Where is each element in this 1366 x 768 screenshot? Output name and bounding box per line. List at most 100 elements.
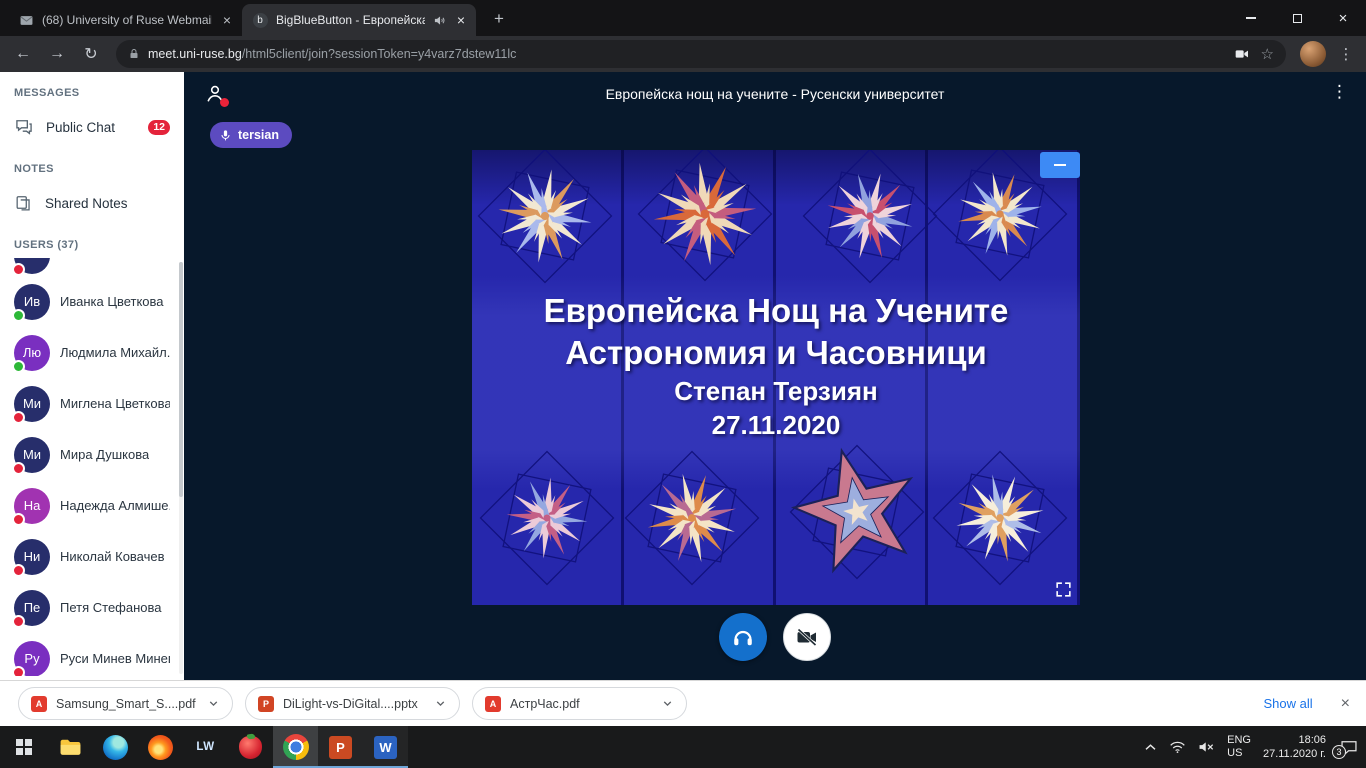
forward-button[interactable]: →: [42, 39, 72, 69]
user-row[interactable]: Ни Николай Ковачев: [0, 531, 184, 582]
bookmark-star-icon[interactable]: ☆: [1261, 45, 1274, 63]
user-avatar: Ив: [14, 284, 50, 320]
scrollbar-thumb[interactable]: [179, 262, 183, 497]
tab-title: (68) University of Ruse Webmail: [42, 13, 212, 27]
user-row[interactable]: Ми Миглена Цветкова: [0, 378, 184, 429]
user-avatar: Ми: [14, 437, 50, 473]
fullscreen-icon[interactable]: [1054, 580, 1074, 600]
user-row[interactable]: Лю Людмила Михайл...: [0, 327, 184, 378]
windows-taskbar: LW P W ENG US 18:06 27.11.2020 г.: [0, 726, 1366, 768]
public-chat-item[interactable]: Public Chat 12: [0, 106, 184, 148]
user-row[interactable]: Пе Петя Стефанова: [0, 582, 184, 633]
user-row[interactable]: На Надежда Алмише...: [0, 480, 184, 531]
action-bar: [184, 613, 1366, 661]
chevron-down-icon[interactable]: [661, 697, 674, 710]
url-text: meet.uni-ruse.bg/html5client/join?sessio…: [148, 47, 1234, 61]
user-initials: Ив: [24, 294, 40, 309]
user-status-badge: [12, 615, 25, 628]
user-initials: Ни: [24, 549, 41, 564]
user-initials: Ми: [23, 447, 41, 462]
options-menu-icon[interactable]: ⋮: [1331, 82, 1348, 102]
talking-user-name: tersian: [238, 128, 279, 142]
downloads-close-icon[interactable]: ×: [1335, 695, 1366, 713]
shared-notes-item[interactable]: Shared Notes: [0, 182, 184, 224]
address-bar[interactable]: meet.uni-ruse.bg/html5client/join?sessio…: [116, 40, 1286, 68]
back-button[interactable]: ←: [8, 39, 38, 69]
user-status-badge: [12, 263, 25, 276]
chrome-icon[interactable]: [273, 726, 318, 768]
red-app-icon[interactable]: [228, 726, 273, 768]
word-logo: W: [374, 736, 397, 759]
user-row[interactable]: Ми Мира Душкова: [0, 429, 184, 480]
language-indicator[interactable]: ENG US: [1227, 734, 1251, 760]
wifi-icon[interactable]: [1169, 740, 1186, 754]
public-chat-label: Public Chat: [46, 120, 136, 135]
tab-bigbluebutton[interactable]: b BigBlueButton - Европейска ×: [242, 4, 476, 36]
window-minimize-button[interactable]: [1228, 0, 1274, 36]
edge-logo: [103, 735, 128, 760]
manage-users-icon[interactable]: [204, 83, 226, 105]
tab-close-icon[interactable]: ×: [220, 12, 234, 28]
user-row-partial[interactable]: [0, 258, 184, 276]
users-scrollbar[interactable]: [179, 262, 183, 674]
show-all-button[interactable]: Show all: [1254, 696, 1323, 711]
user-avatar: Ру: [14, 641, 50, 677]
pdf-file-icon: A: [485, 696, 501, 712]
user-initials: Лю: [23, 345, 41, 360]
user-row[interactable]: Ив Иванка Цветкова: [0, 276, 184, 327]
tray-chevron-up-icon[interactable]: [1144, 743, 1157, 752]
browser-profile-avatar[interactable]: [1300, 41, 1326, 67]
download-item[interactable]: A АстрЧас.pdf: [472, 687, 687, 720]
download-item[interactable]: A Samsung_Smart_S....pdf: [18, 687, 233, 720]
user-row[interactable]: Ру Руси Минев Минев: [0, 633, 184, 676]
user-name: Миглена Цветкова: [60, 396, 170, 411]
taskbar-date: 27.11.2020 г.: [1263, 747, 1326, 761]
microphone-icon: [219, 129, 232, 142]
refresh-button[interactable]: ↻: [76, 39, 106, 69]
pdf-file-icon: A: [31, 696, 47, 712]
edge-icon[interactable]: [93, 726, 138, 768]
librewolf-icon[interactable]: LW: [183, 726, 228, 768]
minimize-presentation-button[interactable]: [1040, 152, 1080, 178]
chevron-down-icon[interactable]: [207, 697, 220, 710]
tab-webmail[interactable]: (68) University of Ruse Webmail ×: [8, 4, 242, 36]
camera-in-use-icon[interactable]: [1234, 46, 1250, 62]
notes-icon: [14, 194, 33, 213]
slide-date: 27.11.2020: [472, 408, 1080, 442]
start-button[interactable]: [0, 726, 48, 768]
slide-title-line2: Астрономия и Часовници: [472, 332, 1080, 374]
audio-button[interactable]: [719, 613, 767, 661]
download-filename: АстрЧас.pdf: [510, 697, 652, 711]
chevron-down-icon[interactable]: [434, 697, 447, 710]
powerpoint-icon[interactable]: P: [318, 726, 363, 768]
user-name: Николай Ковачев: [60, 549, 165, 564]
slide-title-line1: Европейска Нощ на Учените: [472, 290, 1080, 332]
browser-toolbar: ← → ↻ meet.uni-ruse.bg/html5client/join?…: [0, 36, 1366, 72]
url-path: /html5client/join?sessionToken=y4varz7ds…: [242, 47, 517, 61]
window-controls: ×: [1228, 0, 1366, 36]
firefox-icon[interactable]: [138, 726, 183, 768]
taskbar-clock[interactable]: 18:06 27.11.2020 г.: [1263, 733, 1326, 761]
berry-logo: [239, 736, 262, 759]
user-status-badge: [12, 462, 25, 475]
word-icon[interactable]: W: [363, 726, 408, 768]
webcam-button[interactable]: [783, 613, 831, 661]
tab-close-icon[interactable]: ×: [454, 12, 468, 28]
bbb-sidebar: MESSAGES Public Chat 12 NOTES Shared Not…: [0, 72, 184, 680]
file-explorer-icon[interactable]: [48, 726, 93, 768]
window-close-button[interactable]: ×: [1320, 0, 1366, 36]
system-tray: ENG US 18:06 27.11.2020 г. 3: [1144, 726, 1366, 768]
new-tab-button[interactable]: +: [484, 4, 514, 34]
browser-menu-icon[interactable]: ⋮: [1334, 45, 1358, 63]
taskbar-time: 18:06: [1263, 733, 1326, 747]
volume-muted-icon[interactable]: [1198, 740, 1215, 754]
chrome-logo: [283, 734, 309, 760]
window-maximize-button[interactable]: [1274, 0, 1320, 36]
download-item[interactable]: P DiLight-vs-DiGital....pptx: [245, 687, 460, 720]
lock-icon: [128, 48, 140, 60]
user-name: Иванка Цветкова: [60, 294, 164, 309]
talking-indicator[interactable]: tersian: [210, 122, 292, 148]
tab-audio-icon[interactable]: [433, 14, 446, 27]
bbb-favicon-icon: b: [252, 12, 268, 28]
action-center-icon[interactable]: 3: [1340, 739, 1358, 756]
